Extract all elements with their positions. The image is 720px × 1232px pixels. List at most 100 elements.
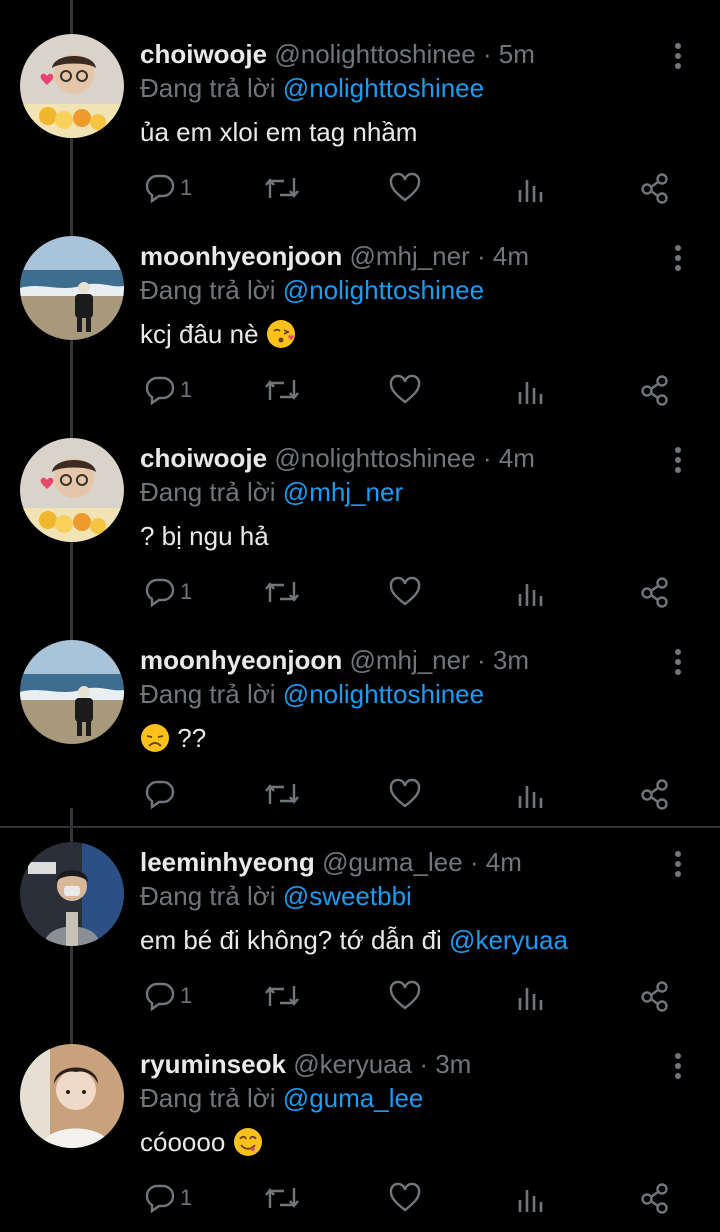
tweet-actions: 1 (140, 1180, 680, 1216)
tweet[interactable]: ryuminseok @keryuaa · 3m Đang trả lời @g… (0, 1010, 720, 1214)
reply-button[interactable]: 1 (144, 1180, 192, 1216)
tweet[interactable]: choiwooje @nolighttoshinee · 5m Đang trả… (0, 0, 720, 204)
tweet-text-body: ? bị ngu hả (140, 521, 269, 551)
tweet-text-body: em bé đi không? tớ dẫn đi (140, 925, 442, 955)
like-button[interactable] (388, 776, 422, 812)
text-mention[interactable]: @keryuaa (449, 925, 568, 955)
retweet-button[interactable] (262, 372, 302, 408)
share-icon (638, 576, 672, 608)
retweet-button[interactable] (262, 170, 302, 206)
timestamp[interactable]: · 3m (419, 1049, 471, 1079)
like-button[interactable] (388, 1180, 422, 1216)
tweet[interactable]: moonhyeonjoon @mhj_ner · 3m Đang trả lời… (0, 606, 720, 810)
like-button[interactable] (388, 170, 422, 206)
timestamp[interactable]: · 5m (483, 39, 535, 69)
more-vertical-icon[interactable] (668, 444, 688, 476)
reply-mention[interactable]: @nolighttoshinee (283, 73, 484, 103)
display-name[interactable]: moonhyeonjoon (140, 241, 342, 271)
display-name[interactable]: ryuminseok (140, 1049, 286, 1079)
analytics-icon (516, 374, 546, 406)
tweet-actions: 1 (140, 170, 680, 206)
tweet-text-tail: ?? (177, 723, 207, 753)
more-vertical-icon[interactable] (668, 1050, 688, 1082)
replying-to-label: Đang trả lời (140, 679, 276, 709)
display-name[interactable]: choiwooje (140, 443, 267, 473)
share-button[interactable] (638, 170, 672, 206)
user-handle[interactable]: @mhj_ner (349, 645, 469, 675)
tweet-text-body: cóoooo (140, 1127, 226, 1157)
user-handle[interactable]: @nolighttoshinee (274, 39, 475, 69)
display-name[interactable]: choiwooje (140, 39, 267, 69)
reply-button[interactable]: 1 (144, 372, 192, 408)
share-icon (638, 172, 672, 204)
replying-to: Đang trả lời @sweetbbi (140, 880, 412, 912)
views-button[interactable] (516, 776, 546, 812)
views-button[interactable] (516, 1180, 546, 1216)
share-button[interactable] (638, 978, 672, 1014)
more-vertical-icon[interactable] (668, 40, 688, 72)
reply-button[interactable]: 1 (144, 574, 192, 610)
retweet-icon (262, 778, 302, 810)
more-vertical-icon[interactable] (668, 646, 688, 678)
retweet-button[interactable] (262, 1180, 302, 1216)
tweet-text: kcj đâu nè (140, 318, 296, 350)
tweet-header: choiwooje @nolighttoshinee · 5m (140, 38, 535, 70)
like-button[interactable] (388, 574, 422, 610)
reply-button[interactable] (144, 776, 180, 812)
tweet-text-body: ủa em xloi em tag nhầm (140, 117, 418, 147)
share-button[interactable] (638, 574, 672, 610)
display-name[interactable]: leeminhyeong (140, 847, 315, 877)
retweet-button[interactable] (262, 574, 302, 610)
views-button[interactable] (516, 372, 546, 408)
tweet[interactable]: moonhyeonjoon @mhj_ner · 4m Đang trả lời… (0, 202, 720, 406)
replying-to-label: Đang trả lời (140, 1083, 276, 1113)
heart-icon (388, 374, 422, 406)
avatar[interactable] (20, 842, 124, 946)
tweet-text-body: kcj đâu nè (140, 319, 259, 349)
user-handle[interactable]: @guma_lee (322, 847, 463, 877)
avatar[interactable] (20, 640, 124, 744)
avatar[interactable] (20, 236, 124, 340)
reply-mention[interactable]: @mhj_ner (283, 477, 403, 507)
avatar[interactable] (20, 1044, 124, 1148)
timestamp[interactable]: · 4m (483, 443, 535, 473)
views-button[interactable] (516, 978, 546, 1014)
heart-icon (388, 576, 422, 608)
reply-icon (144, 1182, 176, 1214)
tweet-header: moonhyeonjoon @mhj_ner · 3m (140, 644, 529, 676)
reply-mention[interactable]: @sweetbbi (283, 881, 412, 911)
display-name[interactable]: moonhyeonjoon (140, 645, 342, 675)
timestamp[interactable]: · 4m (477, 241, 529, 271)
like-button[interactable] (388, 372, 422, 408)
reply-button[interactable]: 1 (144, 978, 192, 1014)
reply-mention[interactable]: @nolighttoshinee (283, 679, 484, 709)
tweet-actions: 1 (140, 574, 680, 610)
share-button[interactable] (638, 372, 672, 408)
avatar[interactable] (20, 34, 124, 138)
retweet-button[interactable] (262, 776, 302, 812)
tweet[interactable]: choiwooje @nolighttoshinee · 4m Đang trả… (0, 404, 720, 608)
avatar[interactable] (20, 438, 124, 542)
like-button[interactable] (388, 978, 422, 1014)
tweet-actions: 1 (140, 978, 680, 1014)
reply-mention[interactable]: @guma_lee (283, 1083, 424, 1113)
share-button[interactable] (638, 776, 672, 812)
timestamp[interactable]: · 3m (477, 645, 529, 675)
views-button[interactable] (516, 574, 546, 610)
retweet-icon (262, 980, 302, 1012)
user-handle[interactable]: @keryuaa (293, 1049, 412, 1079)
retweet-button[interactable] (262, 978, 302, 1014)
user-handle[interactable]: @nolighttoshinee (274, 443, 475, 473)
retweet-icon (262, 374, 302, 406)
reply-mention[interactable]: @nolighttoshinee (283, 275, 484, 305)
timestamp[interactable]: · 4m (470, 847, 522, 877)
reply-button[interactable]: 1 (144, 170, 192, 206)
tweet[interactable]: leeminhyeong @guma_lee · 4m Đang trả lời… (0, 808, 720, 1012)
user-handle[interactable]: @mhj_ner (349, 241, 469, 271)
share-button[interactable] (638, 1180, 672, 1216)
views-button[interactable] (516, 170, 546, 206)
share-icon (638, 374, 672, 406)
tweet-text: ? bị ngu hả (140, 520, 269, 552)
more-vertical-icon[interactable] (668, 848, 688, 880)
more-vertical-icon[interactable] (668, 242, 688, 274)
